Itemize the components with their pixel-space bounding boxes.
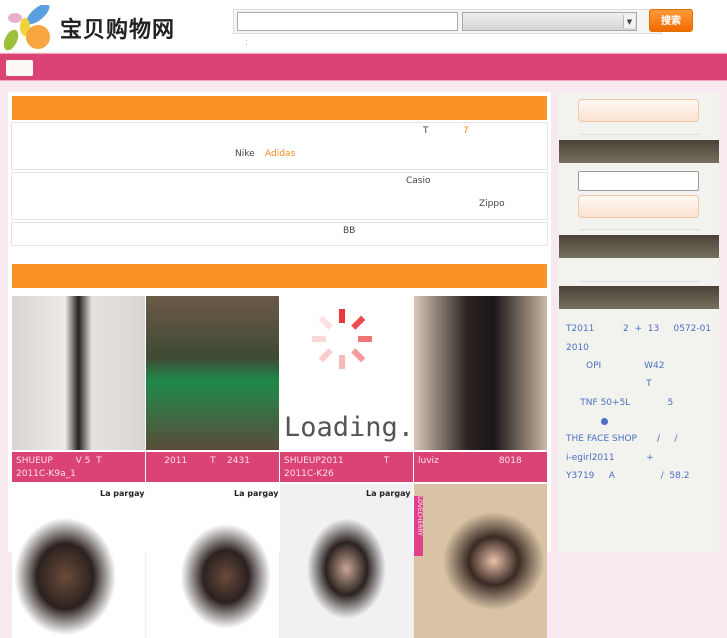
sidebar-button[interactable] bbox=[578, 99, 699, 122]
sidebar-link[interactable]: TNF 50+5L 5 bbox=[566, 398, 673, 408]
loading-text: Loading... bbox=[284, 412, 413, 443]
search-input[interactable] bbox=[237, 12, 458, 31]
product-image-loading[interactable]: Loading... bbox=[280, 296, 413, 450]
product-image[interactable] bbox=[146, 296, 279, 450]
sidebar-link[interactable]: 2010 bbox=[566, 343, 589, 353]
product-title[interactable]: luviz 8018 bbox=[418, 455, 543, 468]
brand-tag: La pargay bbox=[366, 489, 411, 498]
brand-side-tag: LOVECHERRY bbox=[414, 496, 423, 556]
divider bbox=[580, 134, 700, 135]
product-image[interactable]: LOVECHERRY bbox=[414, 484, 547, 638]
sidebar-submit-button[interactable] bbox=[578, 195, 699, 218]
logo-icon[interactable] bbox=[2, 5, 52, 51]
product-caption[interactable]: 2011 T 2431 bbox=[146, 452, 279, 482]
product-caption[interactable]: luviz 8018 bbox=[414, 452, 547, 482]
product-image[interactable]: La pargay bbox=[280, 484, 413, 638]
product-title[interactable]: SHUEUP V 5 T bbox=[16, 455, 141, 468]
product-model: 2011C-K9a_1 bbox=[16, 469, 76, 479]
product-image[interactable]: La pargay bbox=[146, 484, 279, 638]
product-image[interactable] bbox=[414, 296, 547, 450]
sidebar-link[interactable]: OPI W42 bbox=[566, 361, 664, 371]
main-nav bbox=[0, 53, 727, 81]
category-link[interactable]: 7 bbox=[463, 126, 469, 136]
product-model: 2011C-K26 bbox=[284, 469, 334, 479]
divider bbox=[580, 281, 700, 282]
product-caption[interactable]: SHUEUP V 5 T 2011C-K9a_1 bbox=[12, 452, 145, 482]
search-hint: : bbox=[245, 38, 249, 48]
divider bbox=[580, 229, 700, 230]
nav-item-home[interactable] bbox=[6, 60, 33, 76]
category-link[interactable]: BB bbox=[343, 226, 355, 236]
category-link[interactable]: Nike bbox=[235, 149, 255, 159]
category-row: T 7 Nike Adidas bbox=[11, 122, 548, 170]
sidebar-link[interactable]: T bbox=[566, 379, 652, 389]
products-header bbox=[12, 264, 547, 288]
category-link[interactable]: Casio bbox=[406, 176, 431, 186]
brand-tag: La pargay bbox=[234, 489, 279, 498]
chevron-down-icon[interactable]: ▼ bbox=[623, 15, 635, 28]
sidebar-section-header bbox=[559, 235, 719, 258]
loading-spinner-icon bbox=[312, 309, 372, 369]
product-title[interactable]: SHUEUP2011 T bbox=[284, 455, 409, 468]
sidebar-input[interactable] bbox=[578, 171, 699, 191]
category-link[interactable]: T bbox=[423, 126, 429, 136]
sidebar-link[interactable]: i-egirl2011 + bbox=[566, 453, 654, 463]
category-link[interactable]: Zippo bbox=[479, 199, 505, 209]
sidebar-link[interactable]: T2011 2 + 13 0572-01 bbox=[566, 324, 711, 334]
search-button[interactable]: 搜索 bbox=[649, 9, 693, 32]
product-caption[interactable]: SHUEUP2011 T 2011C-K26 bbox=[280, 452, 413, 482]
logo-text[interactable]: 宝贝购物网 bbox=[60, 12, 175, 44]
bullet-icon bbox=[601, 418, 608, 425]
category-row: Casio Zippo bbox=[11, 172, 548, 220]
category-link[interactable]: Adidas bbox=[265, 149, 295, 159]
product-image[interactable] bbox=[12, 296, 145, 450]
sidebar-section-header bbox=[559, 286, 719, 309]
category-select[interactable]: ▼ bbox=[462, 12, 637, 31]
product-image[interactable]: La pargay bbox=[12, 484, 145, 638]
sidebar-section-header bbox=[559, 140, 719, 163]
category-header bbox=[12, 96, 547, 120]
sidebar-link[interactable]: THE FACE SHOP / / bbox=[566, 434, 677, 444]
category-row: BB bbox=[11, 222, 548, 246]
product-title[interactable]: 2011 T 2431 bbox=[150, 455, 275, 468]
brand-tag: La pargay bbox=[100, 489, 145, 498]
sidebar-link[interactable]: Y3719 A / 58.2 bbox=[566, 471, 689, 481]
